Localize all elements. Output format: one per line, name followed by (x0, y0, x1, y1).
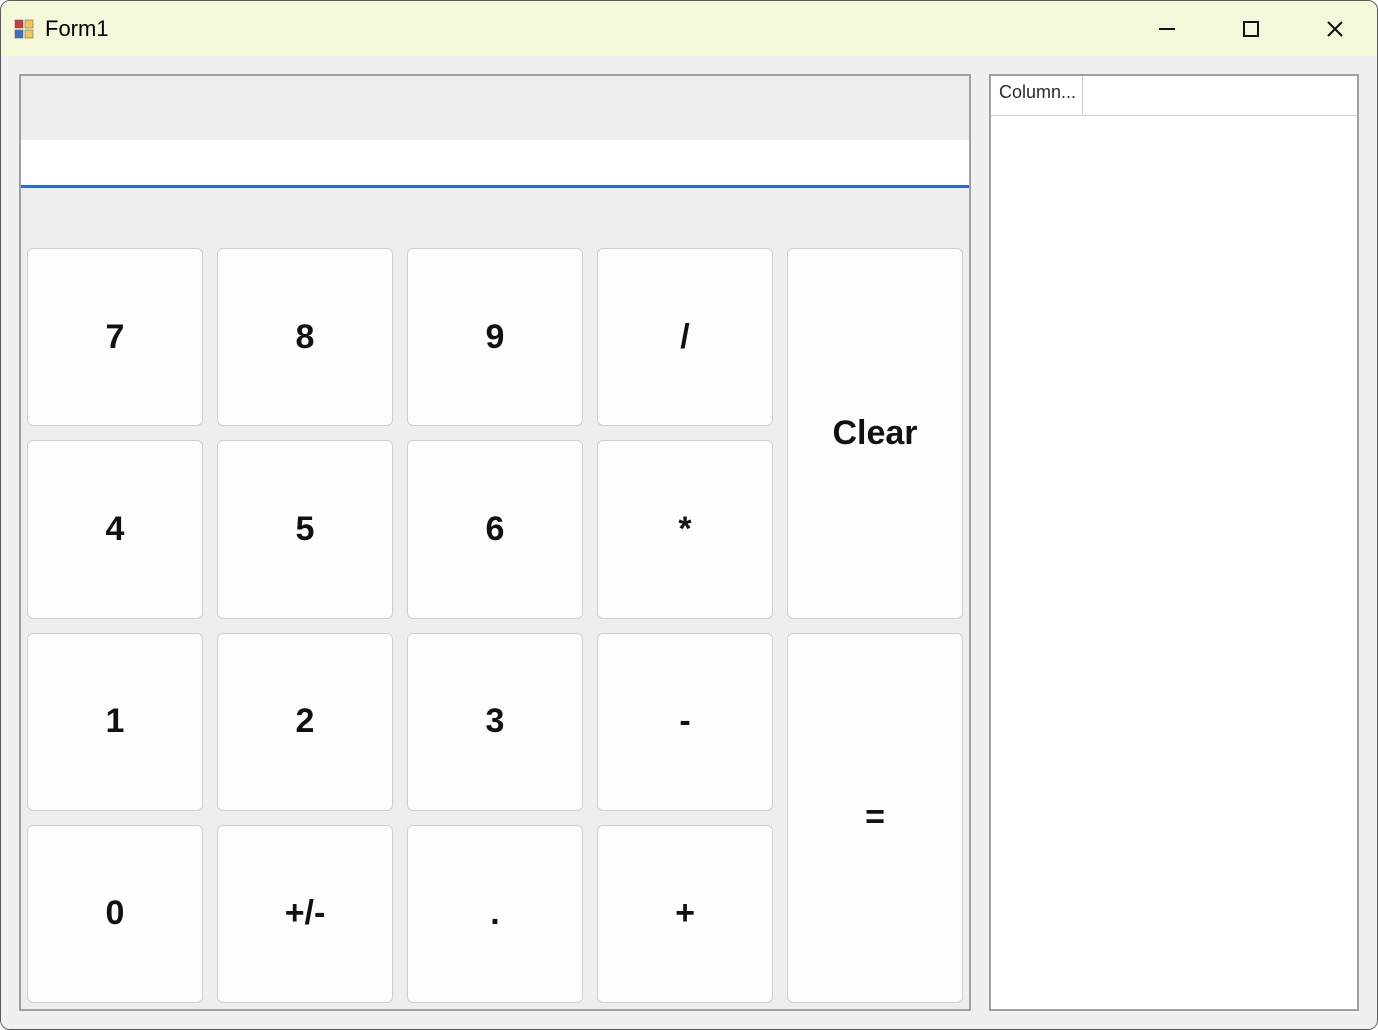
history-list[interactable] (991, 116, 1357, 1009)
divide-button[interactable]: / (597, 248, 773, 426)
digit-7-button[interactable]: 7 (27, 248, 203, 426)
digit-0-button[interactable]: 0 (27, 825, 203, 1003)
digit-1-button[interactable]: 1 (27, 633, 203, 811)
digit-4-button[interactable]: 4 (27, 440, 203, 618)
add-button[interactable]: + (597, 825, 773, 1003)
digit-6-button[interactable]: 6 (407, 440, 583, 618)
calculator-panel: 7 8 9 / Clear 4 5 6 * 1 2 3 - = 0 +/- . … (19, 74, 971, 1011)
app-window: Form1 (0, 0, 1378, 1030)
decimal-button[interactable]: . (407, 825, 583, 1003)
maximize-button[interactable] (1209, 1, 1293, 56)
clear-button[interactable]: Clear (787, 248, 963, 619)
digit-5-button[interactable]: 5 (217, 440, 393, 618)
close-button[interactable] (1293, 1, 1377, 56)
digit-3-button[interactable]: 3 (407, 633, 583, 811)
title-bar[interactable]: Form1 (1, 1, 1377, 56)
sign-toggle-button[interactable]: +/- (217, 825, 393, 1003)
history-header: Column... (991, 76, 1357, 116)
digit-8-button[interactable]: 8 (217, 248, 393, 426)
equals-button[interactable]: = (787, 633, 963, 1004)
digit-9-button[interactable]: 9 (407, 248, 583, 426)
window-title: Form1 (45, 16, 109, 42)
button-grid: 7 8 9 / Clear 4 5 6 * 1 2 3 - = 0 +/- . … (21, 248, 969, 1009)
subtract-button[interactable]: - (597, 633, 773, 811)
minimize-icon (1157, 19, 1177, 39)
multiply-button[interactable]: * (597, 440, 773, 618)
maximize-icon (1242, 20, 1260, 38)
close-icon (1325, 19, 1345, 39)
history-header-spacer (1083, 76, 1357, 116)
minimize-button[interactable] (1125, 1, 1209, 56)
display-input[interactable] (21, 140, 969, 188)
digit-2-button[interactable]: 2 (217, 633, 393, 811)
app-icon (13, 18, 35, 40)
display-area (21, 76, 969, 248)
history-panel: Column... (989, 74, 1359, 1011)
history-column-header[interactable]: Column... (991, 76, 1083, 116)
window-controls (1125, 1, 1377, 56)
client-area: 7 8 9 / Clear 4 5 6 * 1 2 3 - = 0 +/- . … (1, 56, 1377, 1029)
